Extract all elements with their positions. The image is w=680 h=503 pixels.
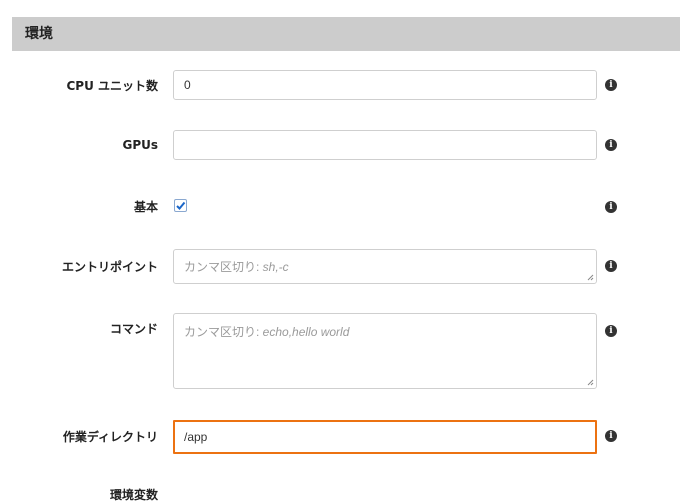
info-icon[interactable]: i bbox=[605, 430, 617, 442]
section-header: 環境 bbox=[12, 17, 680, 51]
env-vars-label: 環境変数 bbox=[109, 488, 158, 502]
section-title: 環境 bbox=[25, 26, 53, 42]
gpus-label: GPUs bbox=[122, 138, 158, 152]
info-icon[interactable]: i bbox=[605, 325, 617, 337]
info-icon[interactable]: i bbox=[605, 79, 617, 91]
info-icon[interactable]: i bbox=[605, 201, 617, 213]
entrypoint-placeholder: カンマ区切り: sh,-c bbox=[184, 260, 289, 274]
entrypoint-textarea[interactable]: カンマ区切り: sh,-c bbox=[173, 249, 597, 284]
info-icon[interactable]: i bbox=[605, 260, 617, 272]
command-placeholder: カンマ区切り: echo,hello world bbox=[184, 325, 350, 339]
command-label: コマンド bbox=[109, 322, 158, 336]
essential-checkbox[interactable] bbox=[174, 199, 187, 212]
workdir-value: /app bbox=[184, 430, 208, 444]
top-spacer bbox=[0, 0, 680, 17]
entrypoint-label: エントリポイント bbox=[61, 260, 158, 274]
essential-label: 基本 bbox=[133, 200, 158, 214]
resize-handle-icon[interactable] bbox=[587, 379, 594, 386]
workdir-label: 作業ディレクトリ bbox=[62, 430, 158, 444]
cpu-units-value: 0 bbox=[184, 78, 191, 92]
workdir-input[interactable]: /app bbox=[173, 420, 597, 454]
check-icon bbox=[176, 201, 186, 210]
cpu-units-input[interactable]: 0 bbox=[173, 70, 597, 100]
resize-handle-icon[interactable] bbox=[587, 274, 594, 281]
info-icon[interactable]: i bbox=[605, 139, 617, 151]
command-textarea[interactable]: カンマ区切り: echo,hello world bbox=[173, 313, 597, 389]
cpu-units-label: CPU ユニット数 bbox=[66, 79, 158, 93]
gpus-input[interactable] bbox=[173, 130, 597, 160]
